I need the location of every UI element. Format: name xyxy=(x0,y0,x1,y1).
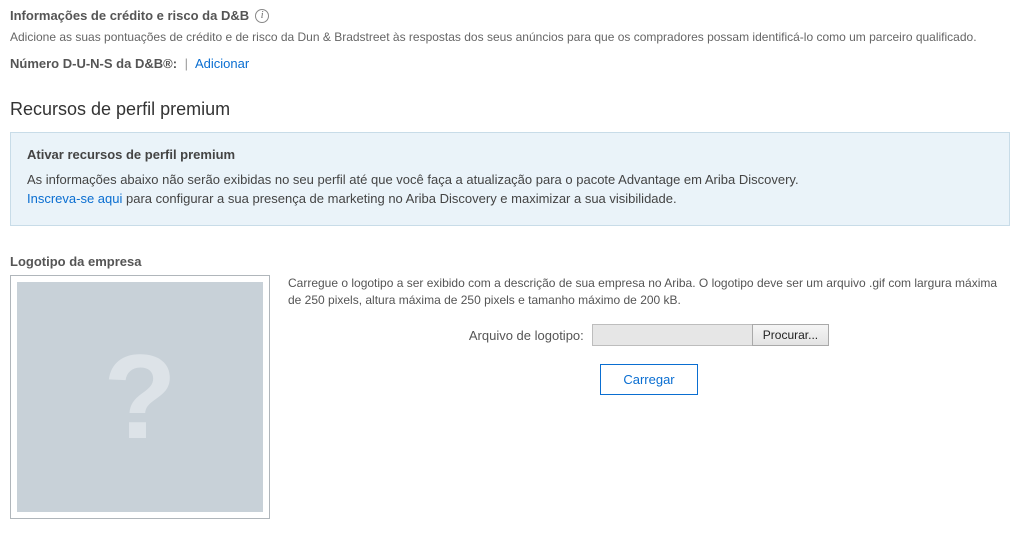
duns-number-label: Número D-U-N-S da D&B®: xyxy=(10,56,177,71)
logo-file-label: Arquivo de logotipo: xyxy=(469,328,584,343)
logo-placeholder: ? xyxy=(17,282,263,512)
premium-notice-title: Ativar recursos de perfil premium xyxy=(27,147,993,162)
signup-link[interactable]: Inscreva-se aqui xyxy=(27,191,122,206)
add-duns-link[interactable]: Adicionar xyxy=(195,56,249,71)
logo-preview-frame: ? xyxy=(10,275,270,519)
premium-notice-box: Ativar recursos de perfil premium As inf… xyxy=(10,132,1010,226)
logo-file-name-box xyxy=(592,324,752,346)
dnb-section-title: Informações de crédito e risco da D&B xyxy=(10,8,249,23)
question-mark-icon: ? xyxy=(103,337,176,457)
info-icon[interactable]: i xyxy=(255,9,269,23)
browse-button[interactable]: Procurar... xyxy=(752,324,829,346)
logo-section-label: Logotipo da empresa xyxy=(10,254,1010,269)
premium-heading: Recursos de perfil premium xyxy=(10,99,1010,120)
load-button[interactable]: Carregar xyxy=(600,364,697,395)
premium-notice-line2: para configurar a sua presença de market… xyxy=(122,191,676,206)
premium-notice-line1: As informações abaixo não serão exibidas… xyxy=(27,172,799,187)
logo-upload-help: Carregue o logotipo a ser exibido com a … xyxy=(288,275,1010,309)
dnb-description: Adicione as suas pontuações de crédito e… xyxy=(10,29,1010,46)
separator: | xyxy=(185,56,188,71)
